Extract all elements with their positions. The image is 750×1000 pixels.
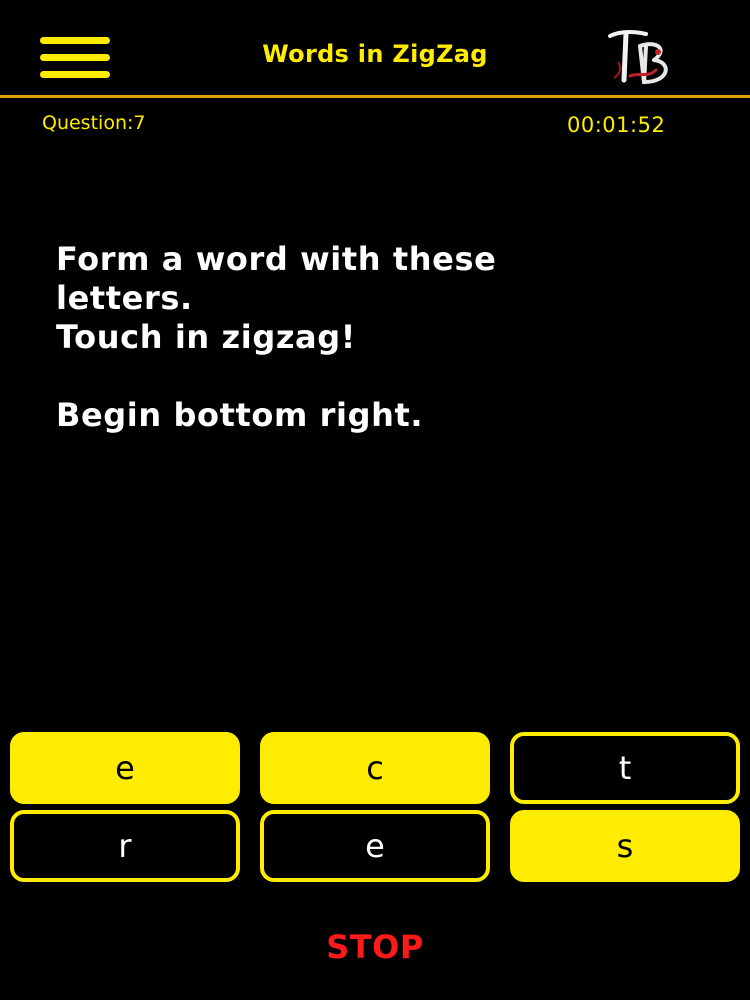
letter-tile[interactable]: r [10, 810, 240, 882]
letter-tile[interactable]: t [510, 732, 740, 804]
instruction-gap [56, 357, 696, 396]
instruction-line-1: Form a word with these [56, 240, 497, 278]
instruction-line-4: Begin bottom right. [56, 396, 424, 434]
question-number: Question:7 [42, 112, 146, 134]
letter-tile[interactable]: e [10, 732, 240, 804]
app-header: Words in ZigZag [0, 0, 750, 98]
instructions: Form a word with these letters. Touch in… [56, 240, 696, 435]
timer: 00:01:52 [567, 113, 666, 137]
letter-tile[interactable]: s [510, 810, 740, 882]
letter-tile[interactable]: e [260, 810, 490, 882]
letter-tile[interactable]: c [260, 732, 490, 804]
instruction-line-3: Touch in zigzag! [56, 318, 356, 356]
menu-bar-bottom [40, 71, 110, 78]
tb-logo-icon [608, 30, 668, 85]
instruction-line-2: letters. [56, 279, 193, 317]
stop-button[interactable]: STOP [0, 928, 750, 966]
